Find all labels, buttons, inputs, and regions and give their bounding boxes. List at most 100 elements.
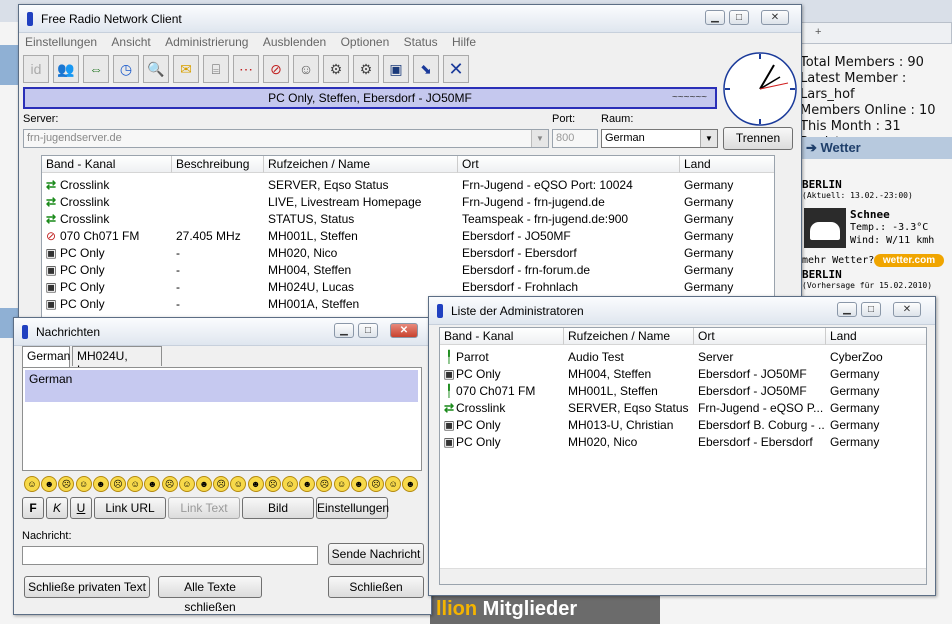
table-row[interactable]: ⇄ Crosslink SERVER, Eqso Status Frn-Jugend … bbox=[440, 400, 926, 417]
message-input[interactable] bbox=[22, 546, 318, 565]
user-icon[interactable]: ☺ bbox=[293, 55, 319, 83]
minimize-button[interactable]: ▁ bbox=[705, 10, 725, 25]
column-header-band[interactable]: Band - Kanal bbox=[440, 328, 564, 345]
menu-hilfe[interactable]: Hilfe bbox=[452, 35, 476, 49]
table-row[interactable]: ▣ PC Only - MH024U, Lucas Ebersdorf - Frohnl… bbox=[42, 279, 774, 296]
menu-optionen[interactable]: Optionen bbox=[341, 35, 390, 49]
disconnect-icon[interactable]: ⊘ bbox=[263, 55, 289, 83]
minimize-button[interactable]: ▁ bbox=[334, 323, 354, 338]
smiley-icon[interactable]: ☻ bbox=[196, 476, 212, 492]
smiley-icon[interactable]: ☺ bbox=[178, 476, 195, 492]
menu-status[interactable]: Status bbox=[404, 35, 438, 49]
clock-icon[interactable]: ◷ bbox=[113, 55, 139, 83]
tab-german[interactable]: German bbox=[22, 346, 70, 367]
smiley-icon[interactable]: ☻ bbox=[299, 476, 316, 492]
smiley-icon[interactable]: ☺ bbox=[282, 476, 298, 492]
smiley-icon[interactable]: ☹ bbox=[161, 476, 178, 492]
table-row[interactable]: ▣ PC Only - MH004, Steffen Ebersdorf - frn-f… bbox=[42, 262, 774, 279]
column-header-land[interactable]: Land bbox=[826, 328, 926, 345]
smiley-icon[interactable]: ☻ bbox=[41, 476, 58, 492]
table-row[interactable]: ▣ PC Only - MH020, Nico Ebersdorf - Ebersdor… bbox=[42, 245, 774, 262]
smiley-icon[interactable]: ☹ bbox=[213, 476, 230, 492]
smiley-icon[interactable]: ☺ bbox=[24, 476, 40, 492]
bold-button[interactable]: F bbox=[22, 497, 44, 519]
tab-mh024u-lucas[interactable]: MH024U, Lucas bbox=[72, 346, 162, 377]
close-button[interactable]: ✕ bbox=[893, 302, 921, 317]
smiley-icon[interactable]: ☻ bbox=[92, 476, 109, 492]
server-combobox[interactable]: frn-jugendserver.de bbox=[23, 129, 549, 148]
smiley-icon[interactable]: ☹ bbox=[264, 476, 281, 492]
maximize-button[interactable]: □ bbox=[861, 302, 881, 317]
smiley-icon[interactable]: ☻ bbox=[144, 476, 161, 492]
column-header-ort[interactable]: Ort bbox=[694, 328, 826, 345]
table-row[interactable]: ⊘ 070 Ch071 FM 27.405 MHz MH001L, Steffen Eb… bbox=[42, 228, 774, 245]
close-icon[interactable]: ✕ bbox=[443, 55, 469, 83]
weather-more-link[interactable]: mehr Wetter? bbox=[802, 255, 874, 266]
maximize-button[interactable]: □ bbox=[358, 323, 378, 338]
column-header-land[interactable]: Land bbox=[680, 156, 774, 173]
column-header-band[interactable]: Band - Kanal bbox=[42, 156, 172, 173]
underline-button[interactable]: U bbox=[70, 497, 92, 519]
column-header-rufzeichen[interactable]: Rufzeichen / Name bbox=[264, 156, 458, 173]
network-icon[interactable]: ⌸ bbox=[203, 55, 229, 83]
smiley-icon[interactable]: ☺ bbox=[75, 476, 92, 492]
smiley-icon[interactable]: ☺ bbox=[230, 476, 247, 492]
table-row[interactable]: ⇄ Crosslink SERVER, Eqso Status Frn-Jugend … bbox=[42, 177, 774, 194]
trennen-button[interactable]: Trennen bbox=[723, 127, 793, 150]
smiley-icon[interactable]: ☹ bbox=[110, 476, 126, 492]
smiley-icon[interactable]: ☺ bbox=[385, 476, 402, 492]
search-icon[interactable]: 🔍 bbox=[143, 55, 169, 83]
link-text-button[interactable]: Link Text bbox=[168, 497, 240, 519]
audio-level-icon[interactable]: ⇔ bbox=[83, 55, 109, 83]
message-history[interactable]: German bbox=[22, 367, 422, 471]
table-row[interactable]: ▣ PC Only MH004, Steffen Ebersdorf - JO50MF… bbox=[440, 366, 926, 383]
port-field[interactable]: 800 bbox=[552, 129, 598, 148]
smiley-icon[interactable]: ☺ bbox=[333, 476, 350, 492]
menu-ausblenden[interactable]: Ausblenden bbox=[263, 35, 326, 49]
mail-icon[interactable]: ✉ bbox=[173, 55, 199, 83]
table-row[interactable]: ╿ 070 Ch071 FM MH001L, Steffen Ebersdorf - … bbox=[440, 383, 926, 400]
smiley-icon[interactable]: ☹ bbox=[368, 476, 384, 492]
smiley-icon[interactable]: ☹ bbox=[58, 476, 75, 492]
menu-einstellungen[interactable]: Einstellungen bbox=[25, 35, 97, 49]
italic-button[interactable]: K bbox=[46, 497, 68, 519]
admin-title-bar[interactable]: Liste der Administratoren ▁ □ ✕ bbox=[429, 297, 935, 325]
settings-icon[interactable]: ⚙ bbox=[353, 55, 379, 83]
close-private-text-button[interactable]: Schließe privaten Text bbox=[24, 576, 150, 598]
smiley-icon[interactable]: ☻ bbox=[247, 476, 264, 492]
smiley-icon[interactable]: ☺ bbox=[127, 476, 144, 492]
table-row[interactable]: ▣ PC Only MH020, Nico Ebersdorf - Ebersdorf… bbox=[440, 434, 926, 451]
send-message-button[interactable]: Sende Nachricht bbox=[328, 543, 424, 565]
table-row[interactable]: ▣ PC Only MH013-U, Christian Ebersdorf B. C… bbox=[440, 417, 926, 434]
smiley-icon[interactable]: ☻ bbox=[350, 476, 367, 492]
admin-list[interactable]: Band - Kanal Rufzeichen / Name Ort Land … bbox=[439, 327, 927, 585]
id-icon[interactable]: id bbox=[23, 55, 49, 83]
people-icon[interactable]: 👥 bbox=[53, 55, 79, 83]
window-icon[interactable]: ▣ bbox=[383, 55, 409, 83]
link-icon[interactable]: ⋯ bbox=[233, 55, 259, 83]
background-new-tab[interactable]: + bbox=[800, 22, 952, 44]
column-header-rufzeichen[interactable]: Rufzeichen / Name bbox=[564, 328, 694, 345]
einstellungen-button[interactable]: Einstellungen bbox=[316, 497, 389, 519]
nachrichten-title-bar[interactable]: Nachrichten ▁ □ ✕ bbox=[14, 318, 431, 346]
maximize-button[interactable]: □ bbox=[729, 10, 749, 25]
table-row[interactable]: ╿ Parrot Audio Test Server CyberZoo bbox=[440, 349, 926, 366]
column-header-ort[interactable]: Ort bbox=[458, 156, 680, 173]
resize-icon[interactable]: ⬊ bbox=[413, 55, 439, 83]
column-header-beschreibung[interactable]: Beschreibung bbox=[172, 156, 264, 173]
menu-ansicht[interactable]: Ansicht bbox=[111, 35, 150, 49]
chevron-down-icon[interactable]: ▼ bbox=[700, 130, 717, 147]
main-title-bar[interactable]: Free Radio Network Client ▁ □ ✕ bbox=[19, 5, 801, 33]
chevron-down-icon[interactable]: ▼ bbox=[531, 130, 548, 147]
menu-administrierung[interactable]: Administrierung bbox=[165, 35, 248, 49]
table-row[interactable]: ⇄ Crosslink LIVE, Livestream Homepage Frn-J… bbox=[42, 194, 774, 211]
smiley-icon[interactable]: ☹ bbox=[316, 476, 333, 492]
smiley-icon[interactable]: ☻ bbox=[402, 476, 419, 492]
close-button[interactable]: ✕ bbox=[390, 323, 418, 338]
bild-button[interactable]: Bild bbox=[242, 497, 314, 519]
horizontal-scrollbar[interactable] bbox=[440, 568, 926, 584]
message-line[interactable]: German bbox=[25, 370, 418, 402]
gear-icon[interactable]: ⚙ bbox=[323, 55, 349, 83]
minimize-button[interactable]: ▁ bbox=[837, 302, 857, 317]
close-all-texts-button[interactable]: Alle Texte schließen bbox=[158, 576, 262, 614]
